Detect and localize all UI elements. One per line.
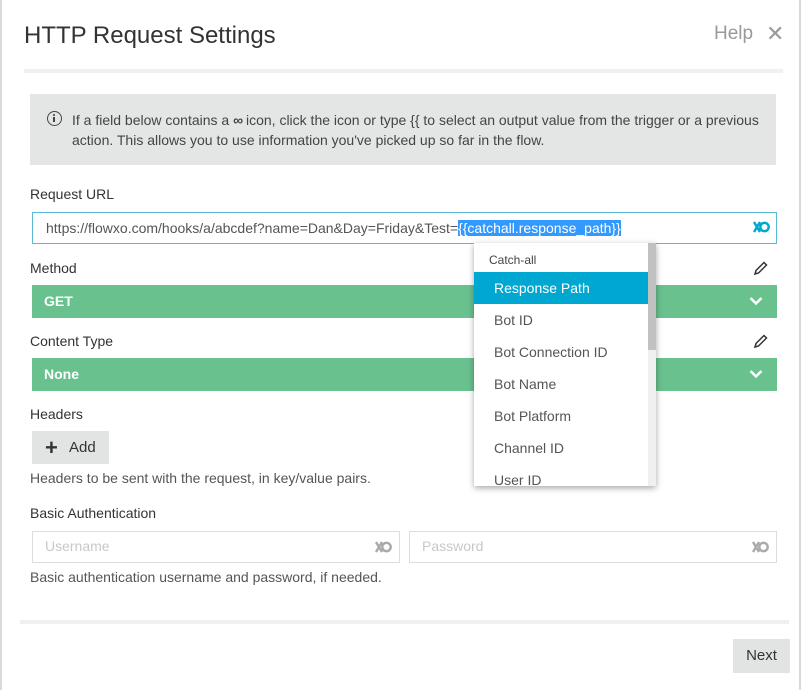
next-button[interactable]: Next (733, 639, 790, 673)
username-field[interactable] (32, 531, 400, 563)
password-field[interactable] (409, 531, 777, 563)
method-label: Method (30, 260, 77, 276)
request-url-value: https://flowxo.com/hooks/a/abcdef?name=D… (46, 220, 621, 236)
http-request-settings-dialog: HTTP Request Settings Help ✕ If a field … (2, 0, 799, 690)
pencil-icon[interactable] (753, 260, 769, 276)
add-header-label: Add (69, 439, 96, 456)
dropdown-item[interactable]: Bot Connection ID (474, 336, 648, 368)
pencil-icon[interactable] (753, 333, 769, 349)
dropdown-item[interactable]: Bot Platform (474, 400, 648, 432)
dropdown-item[interactable]: Channel ID (474, 432, 648, 464)
info-banner: If a field below contains a ∞ icon, clic… (30, 94, 776, 165)
info-circle-icon (47, 111, 62, 126)
request-url-label: Request URL (30, 186, 115, 202)
request-url-selected-token: {{catchall.response_path}} (458, 220, 621, 236)
chevron-down-icon (749, 297, 763, 306)
dropdown-item[interactable]: User ID (474, 464, 648, 486)
basic-auth-hint: Basic authentication username and passwo… (30, 569, 382, 585)
method-value: GET (44, 293, 73, 309)
content-type-label: Content Type (30, 333, 114, 349)
basic-auth-label: Basic Authentication (30, 505, 157, 521)
headers-hint: Headers to be sent with the request, in … (30, 470, 371, 486)
info-text-before: If a field below contains a (72, 112, 230, 128)
content-type-select[interactable]: None (32, 358, 777, 391)
password-input[interactable] (422, 538, 722, 554)
infinity-loop-icon[interactable] (751, 219, 771, 235)
header-divider (24, 69, 783, 73)
request-url-plain: https://flowxo.com/hooks/a/abcdef?name=D… (46, 220, 459, 236)
infinity-loop-icon[interactable] (373, 539, 393, 555)
footer-divider (20, 620, 789, 624)
username-input[interactable] (45, 538, 345, 554)
info-text: If a field below contains a ∞ icon, clic… (72, 110, 762, 150)
chevron-down-icon (749, 370, 763, 379)
help-link[interactable]: Help (714, 23, 753, 45)
plus-icon: + (45, 435, 58, 460)
dropdown-scrollbar-thumb[interactable] (648, 243, 656, 350)
dropdown-group-header: Catch-all (489, 253, 537, 267)
content-type-value: None (44, 366, 79, 382)
method-select[interactable]: GET (32, 285, 777, 318)
infinity-loop-icon[interactable] (750, 539, 770, 555)
infinity-loop-icon: ∞ (233, 112, 243, 128)
dropdown-item[interactable]: Bot ID (474, 304, 648, 336)
close-icon[interactable]: ✕ (766, 21, 784, 47)
dialog-title: HTTP Request Settings (24, 22, 276, 49)
request-url-input[interactable]: https://flowxo.com/hooks/a/abcdef?name=D… (32, 212, 777, 244)
output-picker-dropdown[interactable]: Catch-all Response Path Bot ID Bot Conne… (474, 243, 656, 486)
headers-label: Headers (30, 406, 83, 422)
dropdown-item[interactable]: Bot Name (474, 368, 648, 400)
add-header-button[interactable]: + Add (32, 431, 109, 464)
dropdown-item[interactable]: Response Path (474, 272, 648, 304)
